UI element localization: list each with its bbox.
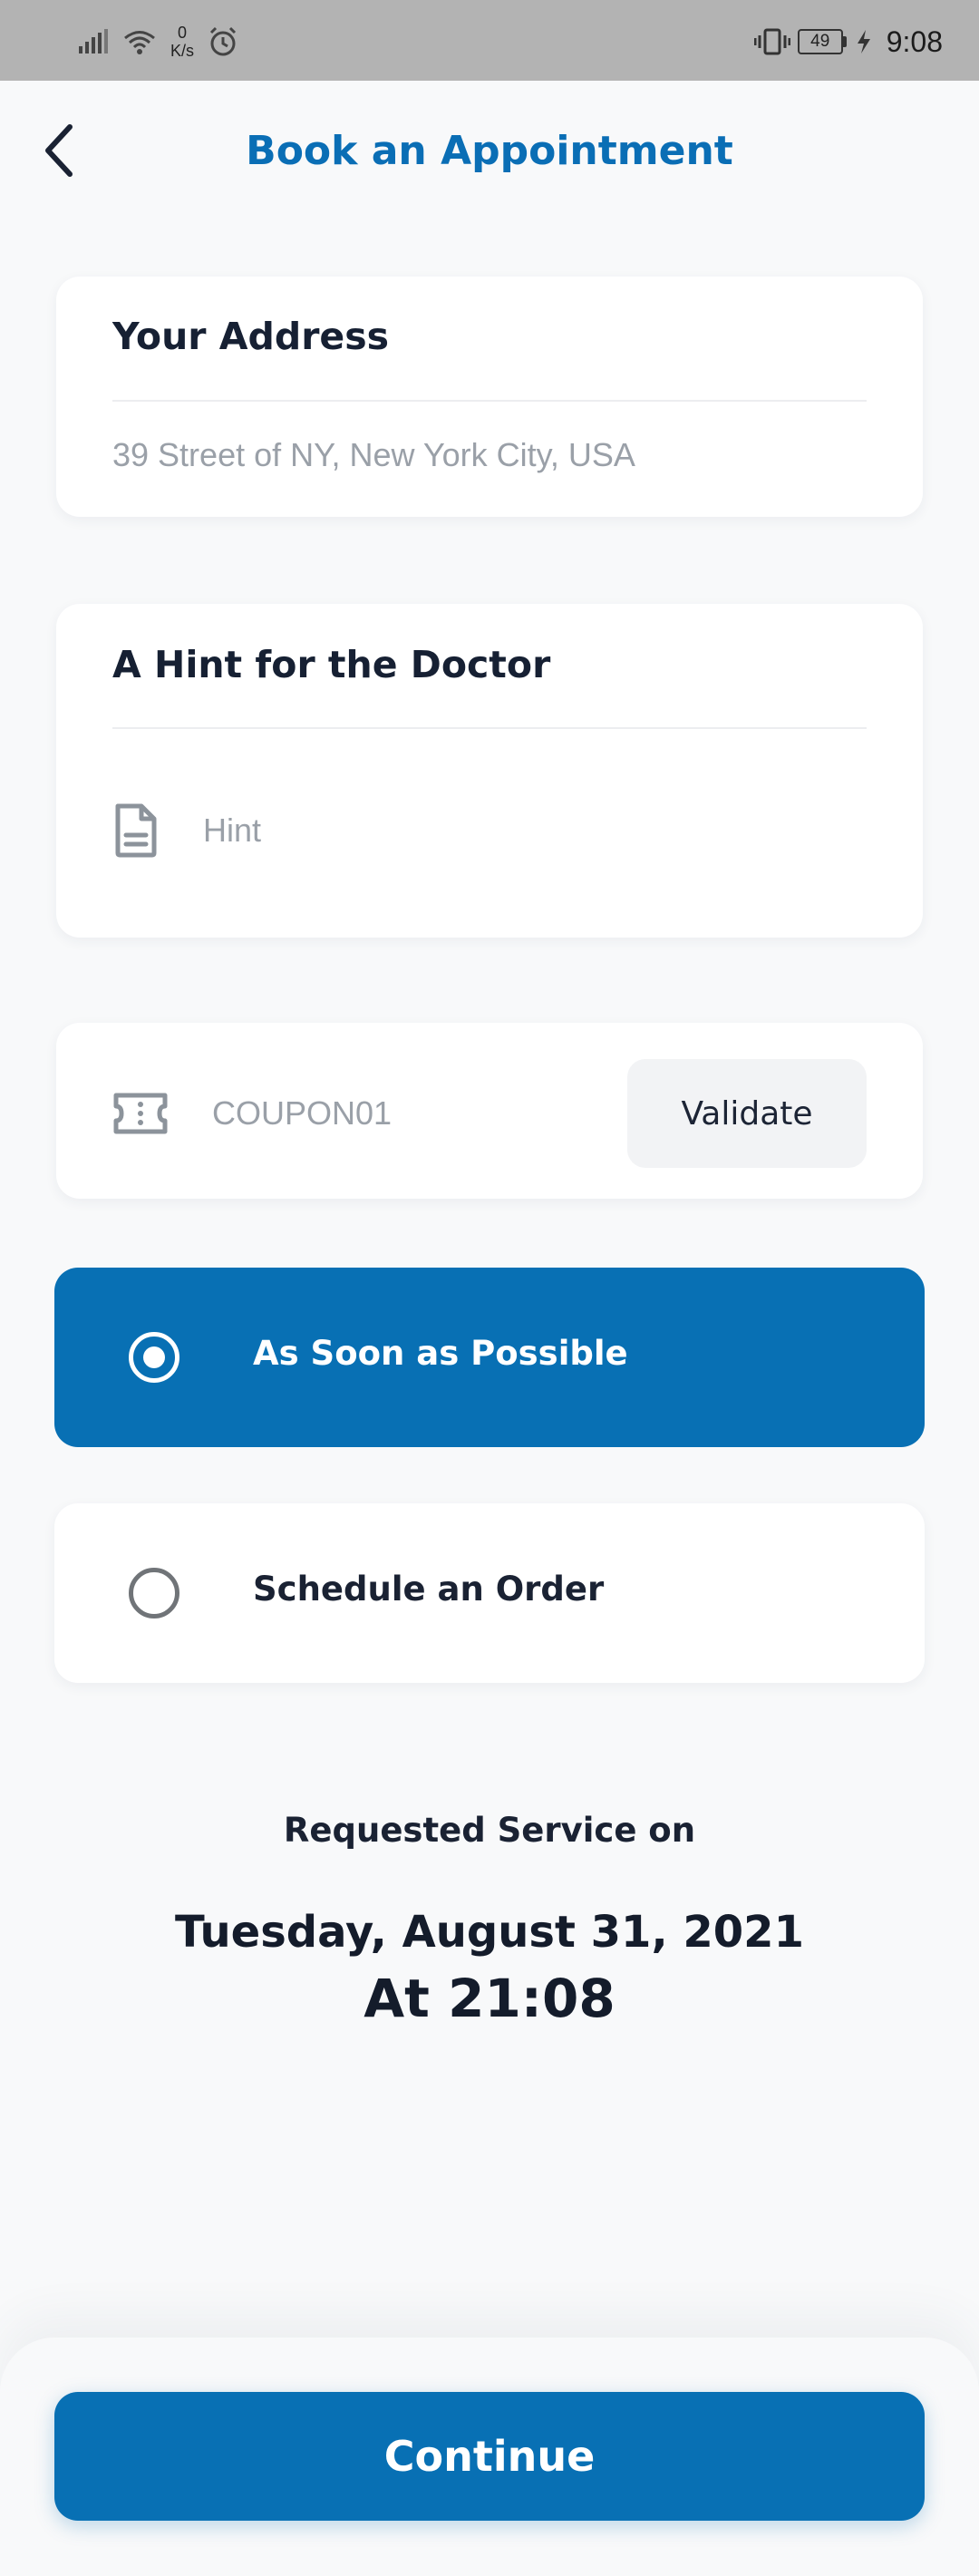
- option-asap-label: As Soon as Possible: [253, 1334, 628, 1373]
- option-asap[interactable]: As Soon as Possible: [54, 1268, 925, 1447]
- battery-tip: [842, 36, 847, 47]
- signal-icon: [79, 29, 108, 53]
- coupon-card: Validate: [56, 1023, 923, 1199]
- status-right: 49 9:08: [753, 20, 943, 63]
- coupon-input[interactable]: [212, 1094, 611, 1132]
- hint-input[interactable]: [203, 812, 747, 850]
- radio-selected-icon: [129, 1332, 179, 1383]
- hint-title: A Hint for the Doctor: [112, 643, 551, 686]
- page-title: Book an Appointment: [246, 128, 733, 174]
- status-left: 0 K/s: [78, 20, 239, 63]
- network-speed-unit: K/s: [170, 42, 195, 60]
- alarm-icon: [209, 26, 237, 56]
- vibrate-icon: [753, 28, 790, 55]
- document-icon: [115, 803, 157, 858]
- requested-service-time: At 21:08: [363, 1968, 616, 2029]
- ticket-icon: [113, 1093, 168, 1134]
- hint-card: A Hint for the Doctor: [56, 604, 923, 938]
- address-card: Your Address 39 Street of NY, New York C…: [56, 277, 923, 517]
- validate-button[interactable]: Validate: [627, 1059, 867, 1168]
- requested-service-date: Tuesday, August 31, 2021: [175, 1907, 804, 1958]
- network-speed: 0 K/s: [170, 24, 194, 60]
- coupon-row: Validate: [112, 1059, 867, 1168]
- address-divider: [112, 400, 867, 402]
- address-value[interactable]: 39 Street of NY, New York City, USA: [112, 436, 635, 474]
- address-title: Your Address: [112, 315, 390, 358]
- option-schedule[interactable]: Schedule an Order: [54, 1503, 925, 1683]
- wifi-icon: [124, 31, 155, 54]
- requested-service-caption: Requested Service on: [283, 1811, 696, 1850]
- battery-indicator: 49: [797, 29, 847, 54]
- radio-unselected-icon: [129, 1568, 179, 1619]
- continue-button[interactable]: Continue: [54, 2392, 925, 2521]
- option-schedule-label: Schedule an Order: [253, 1570, 605, 1609]
- status-time: 9:08: [886, 24, 943, 58]
- charging-icon: [857, 30, 870, 53]
- network-speed-value: 0: [178, 24, 188, 42]
- battery-level: 49: [797, 29, 843, 54]
- status-bar: 0 K/s 49 9:08: [0, 0, 979, 81]
- hint-divider: [112, 727, 867, 729]
- hint-row: [112, 794, 867, 867]
- header: Book an Appointment: [0, 81, 979, 239]
